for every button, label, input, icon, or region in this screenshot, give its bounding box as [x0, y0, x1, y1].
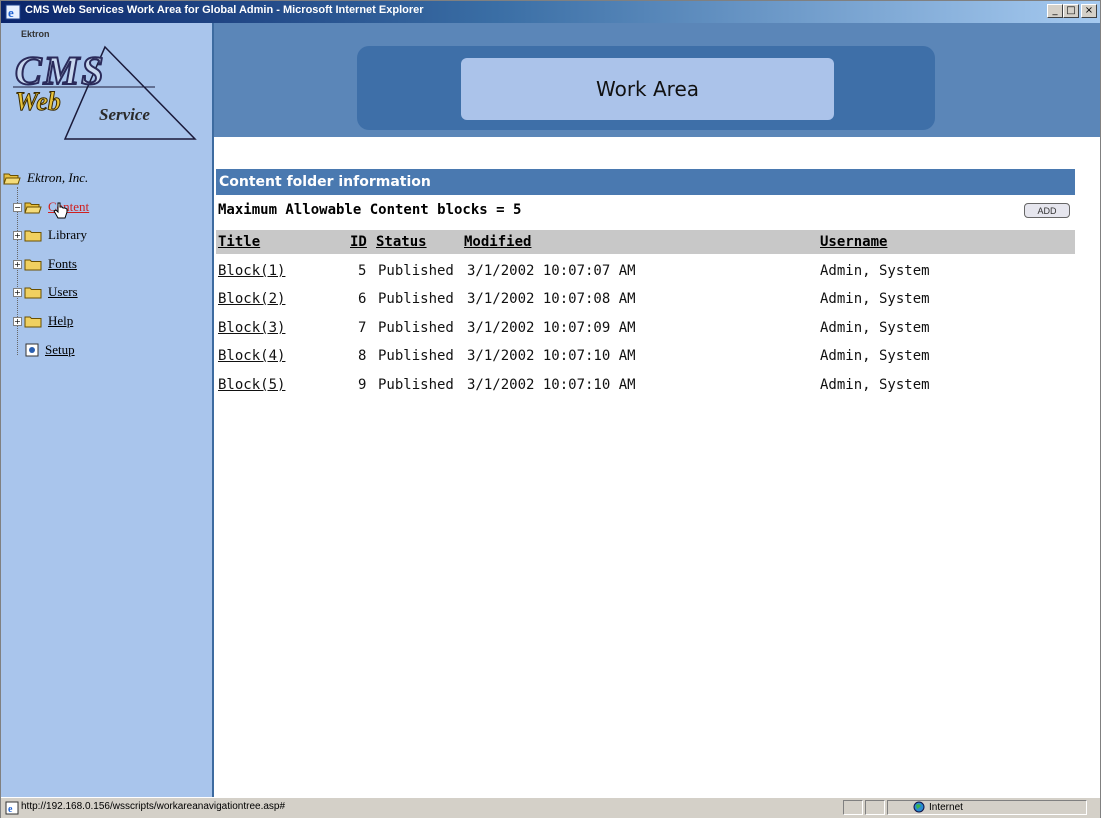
internet-explorer-icon: e: [5, 4, 21, 20]
block-username: Admin, System: [820, 320, 930, 336]
logo-web: Web: [15, 87, 62, 117]
block-modified: 3/1/2002 10:07:10 AM: [467, 348, 636, 364]
section-header: Content folder information: [216, 169, 1075, 195]
page-icon: e: [5, 801, 19, 815]
logo-brand: Ektron: [21, 29, 50, 39]
expand-toggle[interactable]: +: [13, 230, 22, 240]
expand-toggle[interactable]: +: [13, 316, 22, 326]
block-status: Published: [378, 377, 454, 393]
tree-item-label[interactable]: Fonts: [48, 256, 77, 272]
window-title: CMS Web Services Work Area for Global Ad…: [25, 4, 424, 16]
block-id: 6: [358, 291, 367, 307]
block-status: Published: [378, 320, 454, 336]
hand-cursor-icon: [53, 202, 68, 219]
expand-toggle[interactable]: +: [13, 259, 22, 269]
block-modified: 3/1/2002 10:07:08 AM: [467, 291, 636, 307]
table-row: Block(5) 9 Published 3/1/2002 10:07:10 A…: [216, 371, 1075, 399]
tree-item-setup[interactable]: Setup: [25, 341, 75, 359]
column-id-header[interactable]: ID: [350, 230, 367, 254]
zone-label: Internet: [929, 801, 963, 813]
block-title-link[interactable]: Block(4): [218, 342, 285, 370]
block-status: Published: [378, 348, 454, 364]
block-modified: 3/1/2002 10:07:09 AM: [467, 320, 636, 336]
block-modified: 3/1/2002 10:07:10 AM: [467, 377, 636, 393]
block-id: 8: [358, 348, 367, 364]
block-title-link[interactable]: Block(1): [218, 257, 285, 285]
tree-item-help[interactable]: + Help: [13, 312, 73, 330]
setup-document-icon: [25, 343, 39, 357]
column-status-header[interactable]: Status: [376, 230, 427, 254]
tree-item-fonts[interactable]: + Fonts: [13, 255, 77, 273]
minimize-button[interactable]: _: [1047, 4, 1063, 18]
block-title-link[interactable]: Block(3): [218, 314, 285, 342]
tree-item-label[interactable]: Library: [48, 227, 87, 243]
table-row: Block(2) 6 Published 3/1/2002 10:07:08 A…: [216, 285, 1075, 313]
block-id: 7: [358, 320, 367, 336]
block-id: 9: [358, 377, 367, 393]
tree-item-users[interactable]: + Users: [13, 283, 78, 301]
svg-text:e: e: [8, 5, 14, 20]
navigation-frame: Ektron CMS Web Service Ektron, Inc. − Co…: [1, 23, 214, 797]
security-zone: Internet: [913, 801, 963, 813]
page-title: Work Area: [595, 77, 700, 101]
block-username: Admin, System: [820, 263, 930, 279]
table-header: Title ID Status Modified Username: [216, 230, 1075, 254]
max-blocks-info: Maximum Allowable Content blocks = 5: [218, 202, 522, 218]
logo-service: Service: [99, 105, 150, 124]
block-status: Published: [378, 263, 454, 279]
column-title-header[interactable]: Title: [218, 230, 260, 254]
folder-icon: [24, 316, 42, 327]
status-url: http://192.168.0.156/wsscripts/workarean…: [21, 801, 286, 812]
block-username: Admin, System: [820, 377, 930, 393]
tree-root-label: Ektron, Inc.: [27, 170, 89, 185]
close-button[interactable]: ×: [1081, 4, 1097, 18]
status-bar: e http://192.168.0.156/wsscripts/workare…: [1, 797, 1100, 818]
maximize-button[interactable]: □: [1063, 4, 1079, 18]
block-username: Admin, System: [820, 348, 930, 364]
tree-item-content[interactable]: − Content: [13, 198, 89, 219]
block-username: Admin, System: [820, 291, 930, 307]
tree-item-label[interactable]: Setup: [45, 342, 75, 358]
block-status: Published: [378, 291, 454, 307]
tree-item-label[interactable]: Help: [48, 313, 73, 329]
cms-web-service-logo: Ektron CMS Web Service: [5, 29, 207, 149]
main-content: Content folder information Maximum Allow…: [214, 137, 1100, 797]
block-title-link[interactable]: Block(2): [218, 285, 285, 313]
browser-window: e CMS Web Services Work Area for Global …: [0, 0, 1101, 818]
collapse-toggle[interactable]: −: [13, 202, 22, 212]
tree-root[interactable]: Ektron, Inc.: [3, 169, 88, 187]
svg-text:e: e: [8, 804, 13, 815]
folder-icon: [24, 287, 42, 298]
folder-icon: [24, 259, 42, 270]
folder-open-icon: [3, 173, 21, 184]
globe-icon: [913, 801, 925, 813]
block-title-link[interactable]: Block(5): [218, 371, 285, 399]
block-modified: 3/1/2002 10:07:07 AM: [467, 263, 636, 279]
table-row: Block(1) 5 Published 3/1/2002 10:07:07 A…: [216, 257, 1075, 285]
tree-item-library[interactable]: + Library: [13, 226, 87, 244]
folder-icon: [24, 230, 42, 241]
status-panel: [865, 800, 885, 815]
folder-open-icon: [24, 202, 42, 213]
table-row: Block(3) 7 Published 3/1/2002 10:07:09 A…: [216, 314, 1075, 342]
header-banner: Work Area: [214, 23, 1100, 137]
block-id: 5: [358, 263, 367, 279]
status-panel: [843, 800, 863, 815]
table-row: Block(4) 8 Published 3/1/2002 10:07:10 A…: [216, 342, 1075, 370]
column-modified-header[interactable]: Modified: [464, 230, 531, 254]
tree-item-label[interactable]: Users: [48, 284, 78, 300]
title-bar[interactable]: e CMS Web Services Work Area for Global …: [1, 1, 1100, 23]
expand-toggle[interactable]: +: [13, 287, 22, 297]
column-username-header[interactable]: Username: [820, 230, 887, 254]
add-button[interactable]: ADD: [1024, 203, 1070, 218]
